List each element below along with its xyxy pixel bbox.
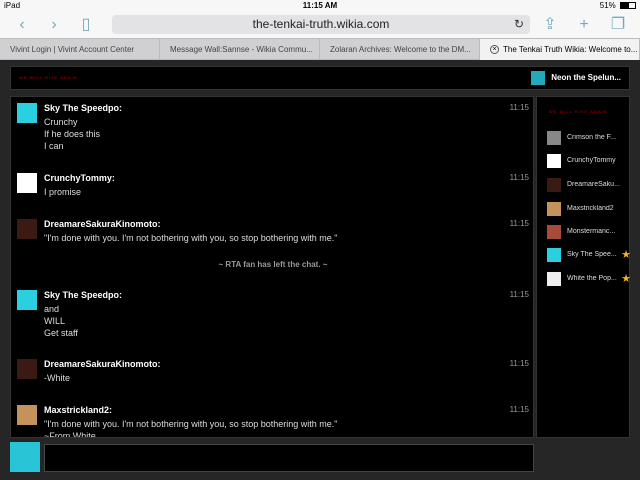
chat-page: WE WILL RISE AGAIN Neon the Spelun... Sk… [0,60,640,480]
avatar[interactable] [17,173,37,193]
url-text: the-tenkai-truth.wikia.com [252,17,390,31]
message-line: "I'm done with you. I'm not bothering wi… [44,233,338,243]
tab-label: Vivint Login | Vivint Account Center [10,45,135,54]
avatar[interactable] [17,290,37,310]
user-name: CrunchyTommy [567,157,616,164]
message-time: 11:15 [509,359,529,368]
message-line: If he does this [44,129,101,139]
avatar [547,131,561,145]
user-name: Crimson the F... [567,134,617,141]
message-line: Crunchy [44,117,78,127]
avatar[interactable] [17,103,37,123]
tab-zolaran[interactable]: Zolaran Archives: Welcome to the DM... [320,39,480,60]
plus-icon[interactable]: + [574,16,594,34]
wiki-logo: WE WILL RISE AGAIN [541,105,627,121]
message-line: I can [44,141,64,151]
message-line: Get staff [44,328,78,338]
tab-tenkai-truth[interactable]: × The Tenkai Truth Wikia: Welcome to... [480,39,640,60]
user-name: Monstermanc... [567,228,616,235]
tab-vivint[interactable]: Vivint Login | Vivint Account Center [0,39,160,60]
message-input[interactable] [44,444,534,472]
chevron-left-icon[interactable]: ‹ [12,16,32,34]
message-line: -White [44,373,71,383]
message-time: 11:15 [509,173,529,182]
tabs-icon[interactable]: ❐ [608,16,628,34]
avatar [547,248,561,262]
user-list-item[interactable]: CrunchyTommy [547,154,631,170]
sidebar-logo-text: WE WILL RISE AGAIN [549,109,608,114]
close-icon[interactable]: × [490,45,499,55]
message-composer [10,442,630,474]
user-list-item[interactable]: White the Pop... ★ [547,272,631,288]
avatar [547,272,561,286]
user-list-item[interactable]: Maxstrickland2 [547,202,631,218]
star-icon: ★ [621,249,631,261]
user-name: DreamareSaku... [567,181,620,188]
room-user-name: Neon the Spelun... [551,73,621,83]
message-line: "I'm done with you. I'm not bothering wi… [44,419,338,429]
tab-message-wall[interactable]: Message Wall:Sannse - Wikia Commu... [160,39,320,60]
system-message: ~ RTA fan has left the chat. ~ [218,260,328,269]
avatar[interactable] [17,359,37,379]
battery-indicator: 51% [600,1,636,10]
user-list: WE WILL RISE AGAIN Crimson the F... Crun… [536,96,631,438]
message-line: and [44,304,60,314]
book-icon[interactable]: ▯ [76,16,96,34]
chat-log[interactable]: Sky The Speedpo: 11:15 Crunchy If he doe… [10,96,534,438]
status-time: 11:15 AM [302,1,338,10]
avatar[interactable] [17,405,37,425]
message-time: 11:15 [509,103,529,112]
browser-toolbar: ‹ › ▯ the-tenkai-truth.wikia.com ↻ ⇪ + ❐ [0,12,640,38]
message-time: 11:15 [509,290,529,299]
wiki-logo: WE WILL RISE AGAIN [19,75,78,80]
message-line: ~From White [44,431,96,438]
avatar [10,442,40,472]
message-line: WILL [44,316,66,326]
room-user[interactable]: Neon the Spelun... [530,71,621,85]
chat-header: WE WILL RISE AGAIN Neon the Spelun... [10,66,630,90]
battery-icon [620,2,636,10]
user-list-item[interactable]: Crimson the F... [547,131,631,147]
tab-label: Zolaran Archives: Welcome to the DM... [330,45,471,54]
message-author[interactable]: CrunchyTommy: [44,173,115,183]
url-bar[interactable]: the-tenkai-truth.wikia.com ↻ [112,15,530,34]
message-time: 11:15 [509,405,529,414]
user-name: Maxstrickland2 [567,205,614,212]
user-list-item[interactable]: Sky The Spee... ★ [547,248,631,264]
tab-label: Message Wall:Sannse - Wikia Commu... [170,45,313,54]
chevron-right-icon[interactable]: › [44,16,64,34]
avatar [547,202,561,216]
avatar[interactable] [17,219,37,239]
battery-label: 51% [599,1,616,10]
user-name: Sky The Spee... [567,251,617,258]
message-author[interactable]: DreamareSakuraKinomoto: [44,359,161,369]
message-author[interactable]: Sky The Speedpo: [44,290,122,300]
share-icon[interactable]: ⇪ [540,16,560,34]
tab-bar: Vivint Login | Vivint Account Center Mes… [0,38,640,60]
message-author[interactable]: Maxstrickland2: [44,405,112,415]
tab-label: The Tenkai Truth Wikia: Welcome to... [503,45,638,54]
message-line: I promise [44,187,82,197]
message-time: 11:15 [509,219,529,228]
avatar [530,71,545,85]
message-author[interactable]: DreamareSakuraKinomoto: [44,219,161,229]
message-author[interactable]: Sky The Speedpo: [44,103,122,113]
reload-icon[interactable]: ↻ [514,15,524,34]
avatar [547,225,561,239]
avatar [547,154,561,168]
user-list-item[interactable]: DreamareSaku... [547,178,631,194]
status-bar: iPad 11:15 AM 51% [0,0,640,12]
user-list-item[interactable]: Monstermanc... [547,225,631,241]
avatar [547,178,561,192]
user-name: White the Pop... [567,275,617,282]
star-icon: ★ [621,273,631,285]
